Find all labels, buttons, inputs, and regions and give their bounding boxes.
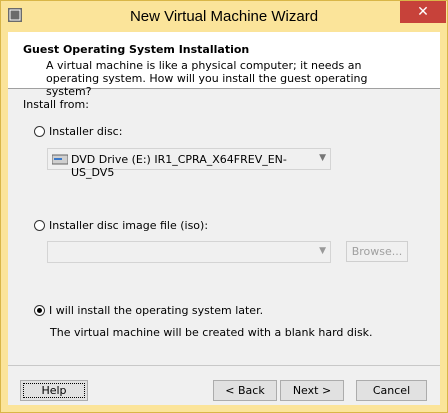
footer-divider: [8, 365, 440, 366]
close-button[interactable]: ✕: [400, 1, 446, 23]
title-bar[interactable]: New Virtual Machine Wizard ✕: [1, 1, 447, 31]
installer-disc-label[interactable]: Installer disc:: [49, 125, 122, 138]
back-button[interactable]: < Back: [213, 380, 277, 401]
wizard-body: Guest Operating System Installation A vi…: [8, 32, 440, 405]
window-title: New Virtual Machine Wizard: [129, 8, 319, 25]
dvd-drive-icon: [52, 154, 68, 165]
chevron-down-icon[interactable]: ▼: [319, 153, 326, 163]
next-button[interactable]: Next >: [280, 380, 344, 401]
page-title: Guest Operating System Installation: [23, 43, 250, 56]
help-button[interactable]: Help: [20, 380, 88, 401]
iso-image-label[interactable]: Installer disc image file (iso):: [49, 219, 208, 232]
page-description: A virtual machine is like a physical com…: [46, 59, 368, 98]
iso-path-input[interactable]: ▼: [47, 241, 331, 263]
install-later-radio[interactable]: [34, 305, 45, 316]
install-from-label: Install from:: [23, 98, 89, 111]
page-header: Guest Operating System Installation A vi…: [8, 32, 440, 98]
iso-image-radio[interactable]: [34, 220, 45, 231]
cancel-button[interactable]: Cancel: [356, 380, 427, 401]
disc-drive-value: DVD Drive (E:) IR1_CPRA_X64FREV_EN-US_DV…: [71, 153, 287, 179]
disc-drive-select[interactable]: DVD Drive (E:) IR1_CPRA_X64FREV_EN-US_DV…: [47, 148, 331, 179]
wizard-window: New Virtual Machine Wizard ✕ Guest Opera…: [0, 0, 448, 413]
browse-button[interactable]: Browse...: [346, 241, 408, 262]
chevron-down-icon[interactable]: ▼: [319, 246, 326, 256]
install-later-info: The virtual machine will be created with…: [50, 326, 373, 339]
installer-disc-radio[interactable]: [34, 126, 45, 137]
install-later-label[interactable]: I will install the operating system late…: [49, 304, 263, 317]
